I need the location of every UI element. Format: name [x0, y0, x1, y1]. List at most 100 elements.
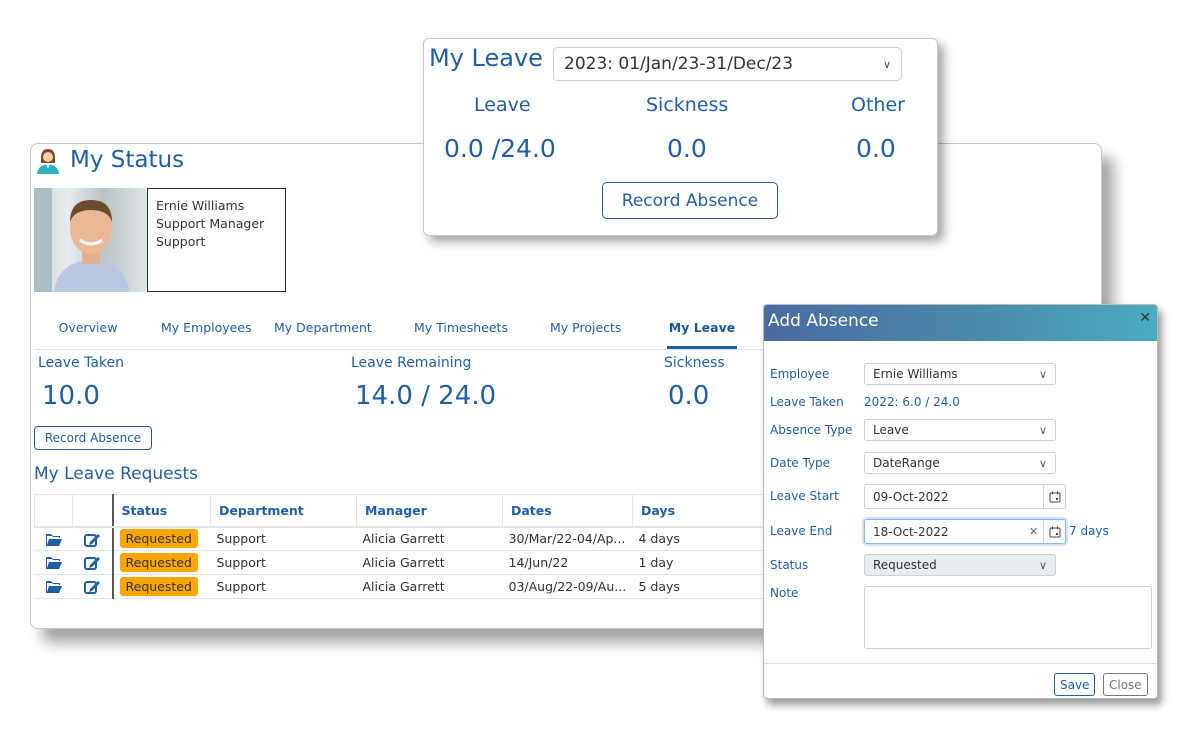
- table-header-row: Status Department Manager Dates Days: [34, 494, 769, 528]
- add-absence-dialog: Add Absence ✕ Employee Ernie Williams ∨ …: [763, 304, 1158, 699]
- sickness-label: Sickness: [646, 94, 729, 116]
- my-leave-popup: My Leave 2023: 01/Jan/23-31/Dec/23 ∨ Lea…: [423, 38, 938, 236]
- record-absence-button[interactable]: Record Absence: [34, 426, 152, 450]
- header-department[interactable]: Department: [210, 494, 357, 528]
- employee-role: Support Manager: [156, 216, 265, 231]
- record-absence-button[interactable]: Record Absence: [602, 182, 778, 219]
- status-badge: Requested: [119, 577, 198, 596]
- cell-department: Support: [210, 574, 357, 599]
- leave-requests-title: My Leave Requests: [34, 464, 199, 484]
- employee-photo: [34, 188, 148, 292]
- employee-department: Support: [156, 234, 206, 249]
- tab-my-projects[interactable]: My Projects: [550, 308, 667, 349]
- cell-dates: 14/Jun/22: [502, 550, 633, 575]
- leave-period-select[interactable]: 2023: 01/Jan/23-31/Dec/23 ∨: [553, 47, 902, 81]
- cell-days: 5 days: [632, 574, 769, 599]
- status-tabs: Overview My Employees My Department My T…: [34, 308, 764, 350]
- calendar-icon[interactable]: [1043, 485, 1065, 508]
- tab-my-timesheets[interactable]: My Timesheets: [414, 308, 550, 349]
- leave-taken-value: 2022: 6.0 / 24.0: [864, 395, 960, 409]
- save-button[interactable]: Save: [1054, 673, 1096, 696]
- cell-days: 4 days: [632, 526, 769, 551]
- sickness-value: 0.0: [668, 381, 710, 411]
- folder-open-icon[interactable]: [45, 533, 62, 547]
- leave-start-value: 09-Oct-2022: [873, 489, 949, 504]
- absence-type-select[interactable]: Leave ∨: [864, 419, 1056, 441]
- status-badge: Requested: [119, 529, 198, 549]
- chevron-down-icon: ∨: [1038, 367, 1047, 381]
- close-icon[interactable]: ✕: [1139, 310, 1151, 326]
- folder-open-icon[interactable]: [45, 556, 62, 570]
- folder-open-icon[interactable]: [45, 580, 62, 594]
- chevron-down-icon: ∨: [1038, 558, 1047, 572]
- tab-overview[interactable]: Overview: [34, 308, 142, 349]
- dialog-header: Add Absence ✕: [764, 305, 1157, 341]
- header-edit: [72, 494, 113, 528]
- header-status[interactable]: Status: [111, 494, 211, 528]
- date-type-select[interactable]: DateRange ∨: [864, 452, 1056, 474]
- leave-remaining-label: Leave Remaining: [351, 355, 472, 371]
- other-value: 0.0: [856, 134, 896, 163]
- employee-name: Ernie Williams: [156, 198, 245, 213]
- leave-period-value: 2023: 01/Jan/23-31/Dec/23: [564, 54, 794, 74]
- header-dates[interactable]: Dates: [502, 494, 633, 528]
- my-leave-title: My Leave: [429, 44, 543, 72]
- cell-dates: 30/Mar/22-04/Ap...: [502, 526, 633, 551]
- leave-end-label: Leave End: [770, 524, 833, 538]
- absence-type-label: Absence Type: [770, 423, 853, 437]
- cell-dates: 03/Aug/22-09/Au...: [502, 574, 633, 599]
- days-count: 7 days: [1069, 524, 1109, 538]
- sickness-label: Sickness: [664, 355, 725, 371]
- leave-end-input[interactable]: 18-Oct-2022 ✕: [864, 519, 1066, 544]
- cell-department: Support: [210, 550, 357, 575]
- employee-select[interactable]: Ernie Williams ∨: [864, 363, 1056, 385]
- leave-value: 0.0 /24.0: [444, 134, 556, 163]
- status-value: Requested: [873, 558, 937, 572]
- table-row: Requested Support Alicia Garrett 30/Mar/…: [34, 526, 769, 551]
- edit-icon[interactable]: [84, 580, 100, 595]
- header-view: [34, 494, 73, 528]
- edit-icon[interactable]: [84, 533, 100, 547]
- employee-select-value: Ernie Williams: [873, 367, 958, 381]
- note-label: Note: [770, 586, 799, 600]
- leave-start-label: Leave Start: [770, 489, 839, 503]
- date-type-value: DateRange: [873, 456, 940, 470]
- employee-card: Ernie Williams Support Manager Support: [147, 188, 286, 292]
- status-header: My Status: [34, 146, 184, 174]
- other-label: Other: [851, 94, 905, 116]
- absence-type-value: Leave: [873, 423, 909, 437]
- dialog-title: Add Absence: [768, 311, 879, 331]
- chevron-down-icon: ∨: [1038, 456, 1047, 470]
- person-icon: [37, 149, 59, 174]
- date-type-label: Date Type: [770, 456, 831, 470]
- sickness-value: 0.0: [667, 134, 707, 163]
- page-title: My Status: [70, 147, 185, 173]
- chevron-down-icon: ∨: [1038, 423, 1047, 437]
- calendar-icon[interactable]: [1043, 520, 1065, 543]
- dialog-footer: [764, 663, 1157, 664]
- cell-department: Support: [210, 526, 357, 551]
- leave-taken-label: Leave Taken: [38, 355, 125, 371]
- table-row: Requested Support Alicia Garrett 14/Jun/…: [34, 550, 769, 575]
- close-button[interactable]: Close: [1103, 673, 1148, 696]
- note-textarea[interactable]: [864, 586, 1152, 649]
- leave-label: Leave: [474, 94, 531, 116]
- status-badge: Requested: [119, 553, 198, 572]
- cell-manager: Alicia Garrett: [356, 526, 503, 551]
- cell-days: 1 day: [632, 550, 769, 575]
- leave-end-value: 18-Oct-2022: [873, 524, 949, 539]
- clear-icon[interactable]: ✕: [1029, 525, 1043, 538]
- tab-my-department[interactable]: My Department: [274, 308, 404, 349]
- leave-start-input[interactable]: 09-Oct-2022: [864, 484, 1066, 509]
- leave-taken-label: Leave Taken: [770, 395, 844, 409]
- header-days[interactable]: Days: [632, 494, 769, 528]
- status-label: Status: [770, 558, 809, 572]
- leave-remaining-value: 14.0 / 24.0: [355, 381, 497, 411]
- header-manager[interactable]: Manager: [356, 494, 503, 528]
- cell-manager: Alicia Garrett: [356, 550, 503, 575]
- status-select: Requested ∨: [864, 554, 1056, 576]
- tab-my-leave[interactable]: My Leave: [667, 308, 737, 349]
- leave-taken-value: 10.0: [42, 381, 100, 411]
- cell-manager: Alicia Garrett: [356, 574, 503, 599]
- edit-icon[interactable]: [84, 556, 100, 571]
